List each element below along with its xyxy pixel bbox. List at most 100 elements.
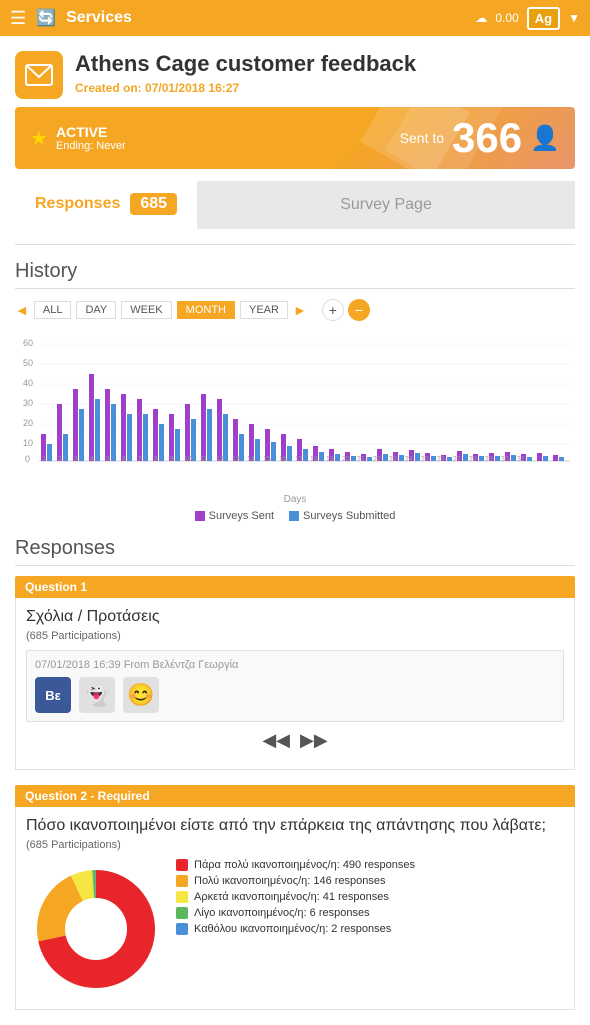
legend-text-4: Λίγο ικανοποιημένος/η: 6 responses [194,907,370,919]
svg-text:9: 9 [170,456,174,463]
history-section: History ◄ ALL DAY WEEK MONTH YEAR ► + − … [15,260,575,522]
chart-add-btn[interactable]: + [322,299,344,321]
avatar[interactable]: Ag [527,7,560,30]
q2-chart-area: Πάρα πολύ ικανοποιημένος/η: 490 response… [26,859,564,999]
svg-text:20: 20 [342,456,350,463]
chart-legend: Surveys Sent Surveys Submitted [15,510,575,522]
question-2-title: Πόσο ικανοποιημένοι είστε από την επάρκε… [26,817,564,835]
svg-text:23: 23 [389,456,397,463]
mail-icon-box [15,51,63,99]
legend-text-3: Αρκετά ικανοποιημένος/η: 41 responses [194,891,389,903]
svg-text:19: 19 [326,456,334,463]
legend-text-2: Πολύ ικανοποιημένος/η: 146 responses [194,875,386,887]
legend-item-2: Πολύ ικανοποιημένος/η: 146 responses [176,875,564,887]
tab-responses-label: Responses [35,195,120,213]
svg-text:7: 7 [138,456,142,463]
tab-survey-page[interactable]: Survey Page [197,181,575,229]
chart-minus-btn[interactable]: − [348,299,370,321]
legend-sent-label: Surveys Sent [209,510,274,522]
svg-text:31: 31 [517,456,525,463]
legend-item-5: Καθόλου ικανοποιημένος/η: 2 responses [176,923,564,935]
question-1-participations: (685 Participations) [26,630,564,642]
question-2-participations: (685 Participations) [26,839,564,851]
legend-color-blue [176,923,188,935]
chart-nav-left[interactable]: ◄ [15,302,29,318]
page-header: Athens Cage customer feedback Created on… [15,51,575,99]
donut-chart [26,859,166,999]
legend-text-1: Πάρα πολύ ικανοποιημένος/η: 490 response… [194,859,415,871]
prev-prev-btn[interactable]: ◀◀ [262,730,290,751]
chart-btn-month[interactable]: MONTH [177,301,235,319]
svg-text:50: 50 [23,358,33,368]
dropdown-icon[interactable]: ▼ [568,11,580,25]
svg-text:26: 26 [437,456,445,463]
svg-text:13: 13 [232,456,240,463]
svg-text:40: 40 [23,378,33,388]
legend-sent-dot [195,511,205,521]
tabs: Responses 685 Survey Page [15,181,575,229]
sent-to-number: 366 [452,117,522,159]
tab-responses[interactable]: Responses 685 [15,181,197,229]
svg-text:6: 6 [122,456,126,463]
question-2-label: Question 2 - Required [15,785,575,807]
status-ending: Ending: Never [56,140,126,152]
history-title: History [15,260,575,289]
svg-text:30: 30 [23,398,33,408]
svg-text:14: 14 [247,456,255,463]
svg-text:5: 5 [106,456,110,463]
cloud-icon: ☁ [475,11,487,25]
legend-item-4: Λίγο ικανοποιημένος/η: 6 responses [176,907,564,919]
responses-title: Responses [15,537,575,566]
svg-text:60: 60 [23,338,33,348]
response-meta: 07/01/2018 16:39 From Βελέντζα Γεωργία [35,659,555,671]
svg-text:11: 11 [200,456,207,463]
smile-icon: 😊 [123,677,159,713]
history-chart: 60 50 40 30 20 10 0 [15,329,575,469]
services-icon: 🔄 [36,8,56,28]
legend-item-3: Αρκετά ικανοποιημένος/η: 41 responses [176,891,564,903]
chart-btn-year[interactable]: YEAR [240,301,288,319]
svg-text:4: 4 [90,456,94,463]
chart-btn-week[interactable]: WEEK [121,301,171,319]
svg-text:15: 15 [263,456,271,463]
svg-text:10: 10 [184,456,192,463]
chart-btn-all[interactable]: ALL [34,301,72,319]
chart-nav-right[interactable]: ► [293,302,307,318]
legend-text-5: Καθόλου ικανοποιημένος/η: 2 responses [194,923,391,935]
question-1-label: Question 1 [15,576,575,598]
question-1: Question 1 Σχόλια / Προτάσεις (685 Parti… [15,576,575,770]
svg-text:16: 16 [279,456,287,463]
main-content: Athens Cage customer feedback Created on… [0,36,590,1025]
svg-text:21: 21 [357,456,365,463]
chart-x-label: Days [15,494,575,505]
svg-text:20: 20 [23,418,33,428]
responses-badge: 685 [130,193,177,215]
svg-text:18: 18 [310,456,318,463]
donut-legend: Πάρα πολύ ικανοποιημένος/η: 490 response… [176,859,564,939]
question-2: Question 2 - Required Πόσο ικανοποιημένο… [15,785,575,1010]
svg-text:22: 22 [373,456,381,463]
svg-text:29: 29 [485,456,493,463]
question-2-content: Πόσο ικανοποιημένοι είστε από την επάρκε… [15,807,575,1010]
chart-area: 60 50 40 30 20 10 0 [15,329,575,489]
svg-text:1: 1 [42,456,46,463]
behance-icon: Bε [35,677,71,713]
hamburger-menu[interactable]: ☰ [10,8,26,29]
sent-to-label: Sent to [400,130,444,146]
svg-text:27: 27 [453,456,461,463]
nav-balance: 0.00 [495,11,518,25]
chart-btn-day[interactable]: DAY [76,301,116,319]
legend-color-red [176,859,188,871]
legend-color-orange [176,875,188,887]
ghost-icon: 👻 [79,677,115,713]
question-1-title: Σχόλια / Προτάσεις [26,608,564,626]
svg-text:30: 30 [501,456,509,463]
next-next-btn[interactable]: ▶▶ [300,730,328,751]
svg-text:17: 17 [295,456,303,463]
response-item: 07/01/2018 16:39 From Βελέντζα Γεωργία B… [26,650,564,722]
nav-title: Services [66,9,132,27]
svg-text:2: 2 [58,456,62,463]
page-title: Athens Cage customer feedback [75,51,416,77]
chart-controls: ◄ ALL DAY WEEK MONTH YEAR ► + − [15,299,575,321]
created-on: Created on: 07/01/2018 16:27 [75,81,416,95]
